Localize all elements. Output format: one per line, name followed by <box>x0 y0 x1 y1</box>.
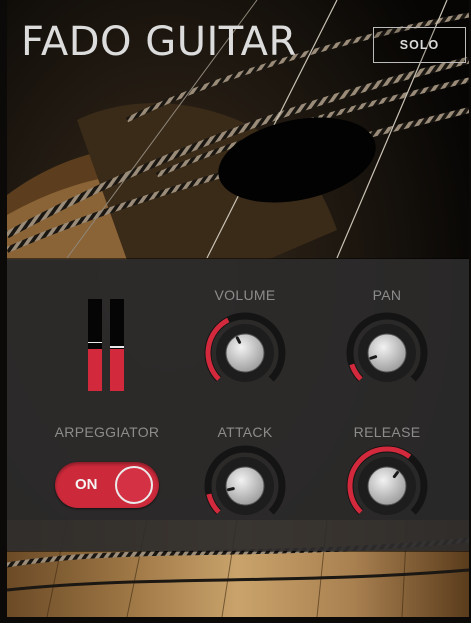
toggle-thumb <box>115 466 153 504</box>
volume-knob-pointer <box>235 336 242 344</box>
volume-label: VOLUME <box>214 287 276 303</box>
meter-peak-right <box>110 346 124 348</box>
release-knob[interactable] <box>343 442 431 530</box>
meter-peak-left <box>88 341 102 344</box>
volume-knob[interactable] <box>201 309 289 397</box>
instrument-title: FADO GUITAR <box>21 19 297 65</box>
level-meter-right <box>110 299 124 391</box>
arpeggiator-state-text: ON <box>75 476 98 493</box>
arpeggiator-toggle[interactable]: ON <box>55 462 159 508</box>
attack-knob-pointer <box>226 487 235 492</box>
pan-label: PAN <box>372 287 402 303</box>
attack-knob[interactable] <box>201 442 289 530</box>
volume-knob-cap <box>225 333 265 373</box>
release-knob-cap <box>367 466 407 506</box>
pan-knob[interactable] <box>343 309 431 397</box>
arpeggiator-label: ARPEGGIATOR <box>54 424 160 440</box>
control-panel: VOLUME PAN ARPEGGIATOR ON ATTACK RELEASE <box>7 259 469 551</box>
attack-knob-value-arc <box>206 493 221 514</box>
level-meter-left <box>88 299 102 391</box>
pan-knob-cap <box>367 333 407 373</box>
pan-knob-pointer <box>369 355 378 360</box>
instrument-plugin: FADO GUITAR SOLO VOLUME PAN ARPEGGIATOR … <box>7 0 469 617</box>
attack-label: ATTACK <box>217 424 273 440</box>
release-label: RELEASE <box>353 424 421 440</box>
attack-knob-cap <box>225 466 265 506</box>
meter-fill-left <box>88 348 102 391</box>
pan-knob-value-arc <box>349 363 363 381</box>
solo-button[interactable]: SOLO <box>373 27 466 63</box>
meter-fill-right <box>110 348 124 391</box>
